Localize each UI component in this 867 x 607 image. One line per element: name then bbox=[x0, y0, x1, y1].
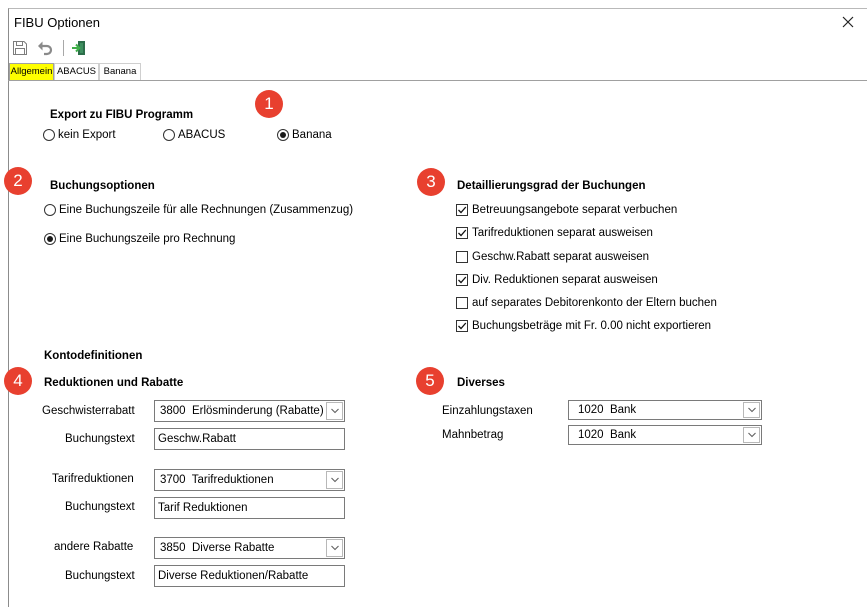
save-icon[interactable] bbox=[12, 40, 28, 56]
radio-button[interactable] bbox=[277, 129, 289, 141]
checkbox-label: Div. Reduktionen separat ausweisen bbox=[472, 274, 658, 286]
export-heading: Export zu FIBU Programm bbox=[50, 109, 194, 121]
buchungstext-label: Buchungstext bbox=[65, 433, 135, 445]
tab-divider bbox=[8, 80, 867, 81]
radio-button[interactable] bbox=[44, 233, 56, 245]
checkbox[interactable] bbox=[456, 320, 468, 332]
radio-button[interactable] bbox=[44, 204, 56, 216]
undo-icon[interactable] bbox=[37, 40, 53, 56]
tarifreduktionen-buchungstext-input[interactable] bbox=[154, 497, 345, 519]
geschwisterrabatt-label: Geschwisterrabatt bbox=[42, 405, 135, 417]
chevron-down-icon[interactable] bbox=[743, 402, 760, 418]
tab-banana[interactable]: Banana bbox=[99, 63, 141, 80]
andere-rabatte-label: andere Rabatte bbox=[54, 541, 134, 553]
misc-heading: Diverses bbox=[457, 377, 505, 389]
reductions-heading: Reduktionen und Rabatte bbox=[44, 377, 184, 389]
checkbox-label: Betreuungsangebote separat verbuchen bbox=[472, 204, 678, 216]
geschwisterrabatt-buchungstext-input[interactable] bbox=[154, 428, 345, 450]
checkbox[interactable] bbox=[456, 204, 468, 216]
select-value: 3800 Erlösminderung (Rabatte) bbox=[160, 405, 324, 417]
einzahlungstaxen-label: Einzahlungstaxen bbox=[442, 405, 533, 417]
booking-options-heading: Buchungsoptionen bbox=[50, 180, 155, 192]
checkbox-label: Buchungsbeträge mit Fr. 0.00 nicht expor… bbox=[472, 320, 712, 332]
checkbox-label: auf separates Debitorenkonto der Eltern … bbox=[472, 297, 717, 309]
marker-1: 1 bbox=[255, 90, 283, 118]
radio-button[interactable] bbox=[163, 129, 175, 141]
select-value: 3850 Diverse Rabatte bbox=[160, 542, 275, 554]
chevron-down-icon[interactable] bbox=[326, 402, 343, 420]
mahnbetrag-label: Mahnbetrag bbox=[442, 429, 504, 441]
mahnbetrag-account-select[interactable]: 1020 Bank bbox=[568, 425, 762, 445]
checkbox[interactable] bbox=[456, 297, 468, 309]
chevron-down-icon[interactable] bbox=[326, 471, 343, 489]
marker-2: 2 bbox=[4, 167, 32, 195]
radio-label: Eine Buchungszeile pro Rechnung bbox=[59, 233, 236, 245]
tarifreduktionen-label: Tarifreduktionen bbox=[52, 473, 134, 485]
marker-3: 3 bbox=[417, 168, 445, 196]
radio-label: Eine Buchungszeile für alle Rechnungen (… bbox=[59, 204, 354, 216]
marker-4: 4 bbox=[4, 367, 32, 395]
buchungstext-label: Buchungstext bbox=[65, 501, 135, 513]
marker-5: 5 bbox=[416, 367, 444, 395]
radio-label: ABACUS bbox=[178, 129, 226, 141]
tab-allgemein[interactable]: Allgemein bbox=[9, 63, 54, 80]
checkbox-label: Geschw.Rabatt separat ausweisen bbox=[472, 251, 650, 263]
tarifreduktionen-account-select[interactable]: 3700 Tarifreduktionen bbox=[154, 469, 345, 491]
checkbox[interactable] bbox=[456, 274, 468, 286]
checkbox-label: Tarifreduktionen separat ausweisen bbox=[472, 227, 653, 239]
window-title: FIBU Optionen bbox=[14, 15, 100, 30]
detail-heading: Detaillierungsgrad der Buchungen bbox=[457, 180, 646, 192]
einzahlungstaxen-account-select[interactable]: 1020 Bank bbox=[568, 400, 762, 420]
checkbox[interactable] bbox=[456, 251, 468, 263]
select-value: 1020 Bank bbox=[578, 404, 637, 416]
select-value: 1020 Bank bbox=[578, 429, 637, 441]
radio-button[interactable] bbox=[43, 129, 55, 141]
chevron-down-icon[interactable] bbox=[743, 427, 760, 443]
radio-label: Banana bbox=[292, 129, 332, 141]
tab-abacus[interactable]: ABACUS bbox=[54, 63, 99, 80]
chevron-down-icon[interactable] bbox=[326, 539, 343, 557]
close-icon[interactable] bbox=[842, 16, 854, 28]
andere-rabatte-buchungstext-input[interactable] bbox=[154, 565, 345, 587]
buchungstext-label: Buchungstext bbox=[65, 570, 135, 582]
account-definitions-heading: Kontodefinitionen bbox=[44, 350, 143, 362]
exit-icon[interactable] bbox=[71, 40, 87, 56]
select-value: 3700 Tarifreduktionen bbox=[160, 474, 274, 486]
toolbar-separator bbox=[63, 40, 64, 56]
andere-rabatte-account-select[interactable]: 3850 Diverse Rabatte bbox=[154, 537, 345, 559]
geschwisterrabatt-account-select[interactable]: 3800 Erlösminderung (Rabatte) bbox=[154, 400, 345, 422]
checkbox[interactable] bbox=[456, 227, 468, 239]
dialog-window bbox=[8, 8, 867, 607]
radio-label: kein Export bbox=[58, 129, 116, 141]
